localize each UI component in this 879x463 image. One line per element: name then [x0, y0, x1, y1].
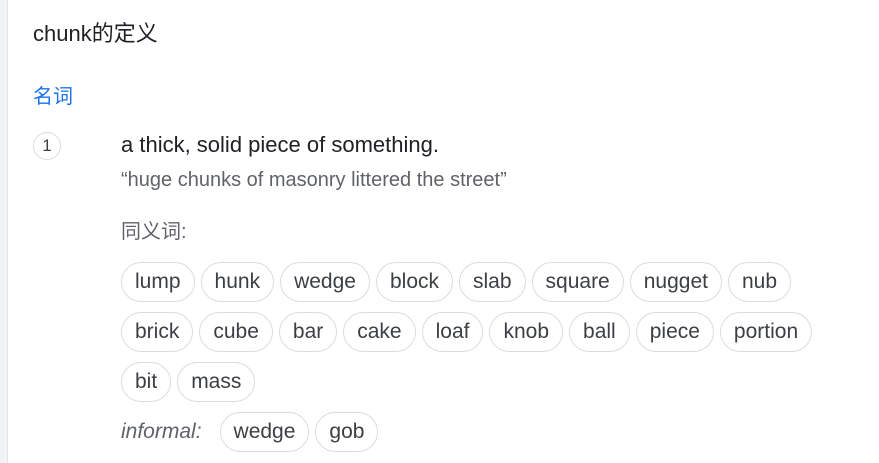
- informal-label: informal:: [121, 420, 202, 443]
- synonym-chip-piece[interactable]: piece: [635, 312, 714, 352]
- page-title: chunk的定义: [33, 21, 158, 46]
- synonym-chip-bit[interactable]: bit: [121, 362, 172, 402]
- synonym-chip-lump[interactable]: lump: [121, 262, 195, 302]
- synonym-chip-ball[interactable]: ball: [569, 312, 630, 352]
- synonym-chip-knob[interactable]: knob: [489, 312, 564, 352]
- synonym-chip-wedge-informal[interactable]: wedge: [219, 412, 310, 452]
- synonym-chip-slab[interactable]: slab: [459, 262, 526, 302]
- synonym-chip-nugget[interactable]: nugget: [629, 262, 722, 302]
- synonym-chip-brick[interactable]: brick: [121, 312, 194, 352]
- synonym-chip-cake[interactable]: cake: [343, 312, 416, 352]
- synonym-chip-bar[interactable]: bar: [278, 312, 338, 352]
- synonym-chip-mass[interactable]: mass: [177, 362, 256, 402]
- synonym-chip-wedge[interactable]: wedge: [280, 262, 370, 302]
- synonym-chip-loaf[interactable]: loaf: [421, 312, 484, 352]
- left-panel-edge: [0, 0, 8, 463]
- synonym-chip-block[interactable]: block: [375, 262, 453, 302]
- synonym-chip-list: lump hunk wedge block slab square nugget…: [121, 262, 861, 462]
- synonym-chip-square[interactable]: square: [531, 262, 624, 302]
- definition-text: a thick, solid piece of something.: [121, 132, 439, 157]
- synonym-row: bit mass: [121, 362, 861, 402]
- part-of-speech-label: 名词: [33, 86, 73, 108]
- synonym-chip-cube[interactable]: cube: [199, 312, 273, 352]
- sense-number-badge: 1: [33, 132, 61, 160]
- example-sentence: “huge chunks of masonry littered the str…: [121, 169, 507, 191]
- synonym-chip-gob[interactable]: gob: [315, 412, 379, 452]
- informal-synonym-row: informal: wedge gob: [121, 412, 861, 452]
- synonym-chip-portion[interactable]: portion: [719, 312, 813, 352]
- synonym-row: brick cube bar cake loaf knob ball piece…: [121, 312, 861, 352]
- synonym-chip-nub[interactable]: nub: [727, 262, 792, 302]
- synonym-chip-hunk[interactable]: hunk: [200, 262, 275, 302]
- synonym-row: lump hunk wedge block slab square nugget…: [121, 262, 861, 302]
- synonyms-label: 同义词:: [121, 221, 187, 243]
